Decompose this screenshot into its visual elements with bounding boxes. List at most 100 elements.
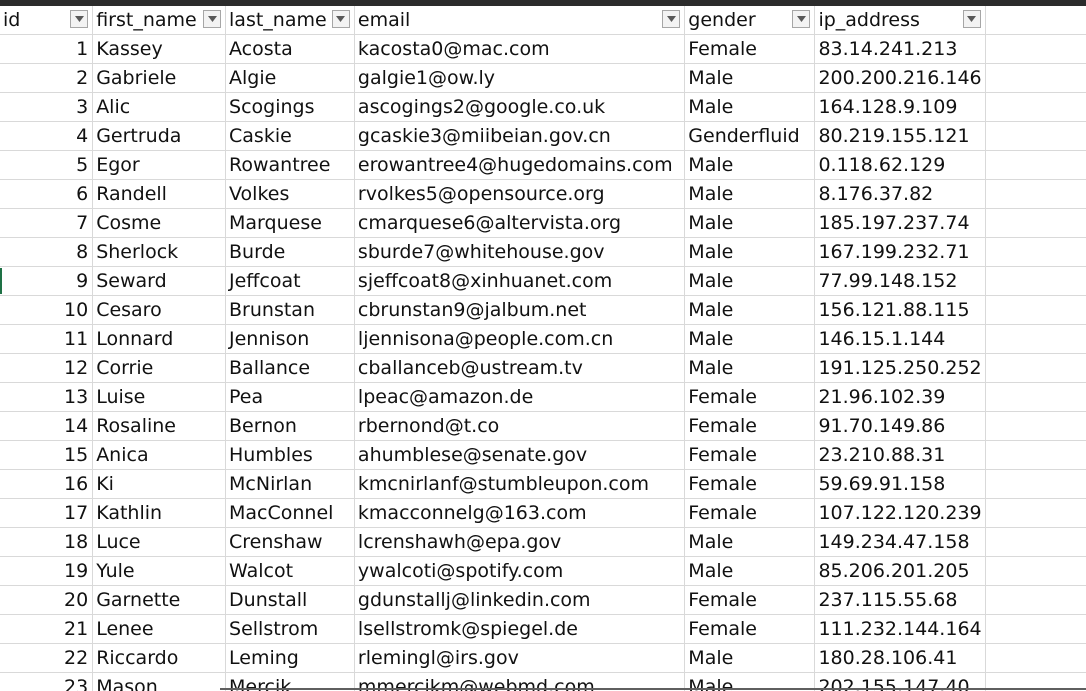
cell-gender[interactable]: Male [684,527,816,557]
cell-empty[interactable] [985,179,1086,209]
filter-dropdown-icon[interactable] [331,10,350,28]
cell-empty[interactable] [985,643,1086,673]
cell-empty[interactable] [985,266,1086,296]
cell-first-name[interactable]: Seward [92,266,227,296]
cell-empty[interactable] [985,34,1086,64]
cell-last-name[interactable]: Sellstrom [225,614,355,644]
cell-last-name[interactable]: Humbles [225,440,355,470]
cell-email[interactable]: ljennisona@people.com.cn [354,324,686,354]
cell-email[interactable]: kmcnirlanf@stumbleupon.com [354,469,686,499]
cell-id[interactable]: 1 [0,34,94,64]
cell-ip-address[interactable]: 107.122.120.239 [814,498,986,528]
cell-last-name[interactable]: McNirlan [225,469,355,499]
cell-id[interactable]: 20 [0,585,94,615]
cell-gender[interactable]: Male [684,295,816,325]
cell-ip-address[interactable]: 77.99.148.152 [814,266,986,296]
cell-first-name[interactable]: Yule [92,556,227,586]
cell-email[interactable]: rlemingl@irs.gov [354,643,686,673]
cell-empty[interactable] [985,614,1086,644]
cell-email[interactable]: rbernond@t.co [354,411,686,441]
cell-first-name[interactable]: Rosaline [92,411,227,441]
cell-ip-address[interactable]: 164.128.9.109 [814,92,986,122]
cell-id[interactable]: 15 [0,440,94,470]
cell-first-name[interactable]: Sherlock [92,237,227,267]
cell-first-name[interactable]: Luise [92,382,227,412]
cell-ip-address[interactable]: 180.28.106.41 [814,643,986,673]
cell-id[interactable]: 21 [0,614,94,644]
cell-email[interactable]: cbrunstan9@jalbum.net [354,295,686,325]
filter-dropdown-icon[interactable] [70,10,89,28]
cell-empty[interactable] [985,556,1086,586]
cell-id[interactable]: 11 [0,324,94,354]
cell-last-name[interactable]: Rowantree [225,150,355,180]
cell-last-name[interactable]: Jennison [225,324,355,354]
cell-email[interactable]: cballanceb@ustream.tv [354,353,686,383]
cell-email[interactable]: gcaskie3@miibeian.gov.cn [354,121,686,151]
cell-id[interactable]: 14 [0,411,94,441]
cell-gender[interactable]: Male [684,324,816,354]
cell-id[interactable]: 4 [0,121,94,151]
cell-gender[interactable]: Female [684,585,816,615]
cell-ip-address[interactable]: 185.197.237.74 [814,208,986,238]
cell-ip-address[interactable]: 149.234.47.158 [814,527,986,557]
header-cell-last-name[interactable]: last_name [225,6,355,35]
cell-id[interactable]: 18 [0,527,94,557]
cell-ip-address[interactable]: 23.210.88.31 [814,440,986,470]
cell-id[interactable]: 16 [0,469,94,499]
cell-gender[interactable]: Female [684,469,816,499]
header-cell-empty[interactable] [985,6,1086,35]
horizontal-scrollbar[interactable] [220,688,1086,690]
cell-last-name[interactable]: MacConnel [225,498,355,528]
cell-empty[interactable] [985,295,1086,325]
cell-ip-address[interactable]: 111.232.144.164 [814,614,986,644]
cell-last-name[interactable]: Dunstall [225,585,355,615]
filter-dropdown-icon[interactable] [792,10,811,28]
cell-email[interactable]: ascogings2@google.co.uk [354,92,686,122]
cell-id[interactable]: 19 [0,556,94,586]
cell-last-name[interactable]: Scogings [225,92,355,122]
cell-gender[interactable]: Female [684,382,816,412]
cell-gender[interactable]: Male [684,179,816,209]
header-cell-first-name[interactable]: first_name [92,6,227,35]
cell-email[interactable]: galgie1@ow.ly [354,63,686,93]
cell-ip-address[interactable]: 83.14.241.213 [814,34,986,64]
cell-email[interactable]: erowantree4@hugedomains.com [354,150,686,180]
cell-empty[interactable] [985,208,1086,238]
cell-gender[interactable]: Female [684,440,816,470]
cell-id[interactable]: 12 [0,353,94,383]
cell-empty[interactable] [985,353,1086,383]
cell-first-name[interactable]: Alic [92,92,227,122]
cell-last-name[interactable]: Jeffcoat [225,266,355,296]
cell-gender[interactable]: Female [684,34,816,64]
cell-first-name[interactable]: Gabriele [92,63,227,93]
cell-ip-address[interactable]: 237.115.55.68 [814,585,986,615]
cell-last-name[interactable]: Volkes [225,179,355,209]
cell-ip-address[interactable]: 191.125.250.252 [814,353,986,383]
cell-ip-address[interactable]: 80.219.155.121 [814,121,986,151]
cell-empty[interactable] [985,527,1086,557]
cell-gender[interactable]: Male [684,208,816,238]
cell-email[interactable]: ahumblese@senate.gov [354,440,686,470]
cell-email[interactable]: lpeac@amazon.de [354,382,686,412]
cell-first-name[interactable]: Anica [92,440,227,470]
cell-email[interactable]: rvolkes5@opensource.org [354,179,686,209]
cell-first-name[interactable]: Lonnard [92,324,227,354]
filter-dropdown-icon[interactable] [962,10,981,28]
cell-gender[interactable]: Female [684,614,816,644]
cell-empty[interactable] [985,150,1086,180]
cell-ip-address[interactable]: 59.69.91.158 [814,469,986,499]
cell-id[interactable]: 8 [0,237,94,267]
cell-gender[interactable]: Male [684,266,816,296]
cell-last-name[interactable]: Acosta [225,34,355,64]
cell-email[interactable]: ywalcoti@spotify.com [354,556,686,586]
cell-empty[interactable] [985,63,1086,93]
cell-gender[interactable]: Male [684,643,816,673]
cell-email[interactable]: sjeffcoat8@xinhuanet.com [354,266,686,296]
cell-first-name[interactable]: Riccardo [92,643,227,673]
cell-last-name[interactable]: Burde [225,237,355,267]
cell-first-name[interactable]: Garnette [92,585,227,615]
header-cell-gender[interactable]: gender [684,6,816,35]
cell-id[interactable]: 5 [0,150,94,180]
cell-empty[interactable] [985,440,1086,470]
cell-last-name[interactable]: Leming [225,643,355,673]
